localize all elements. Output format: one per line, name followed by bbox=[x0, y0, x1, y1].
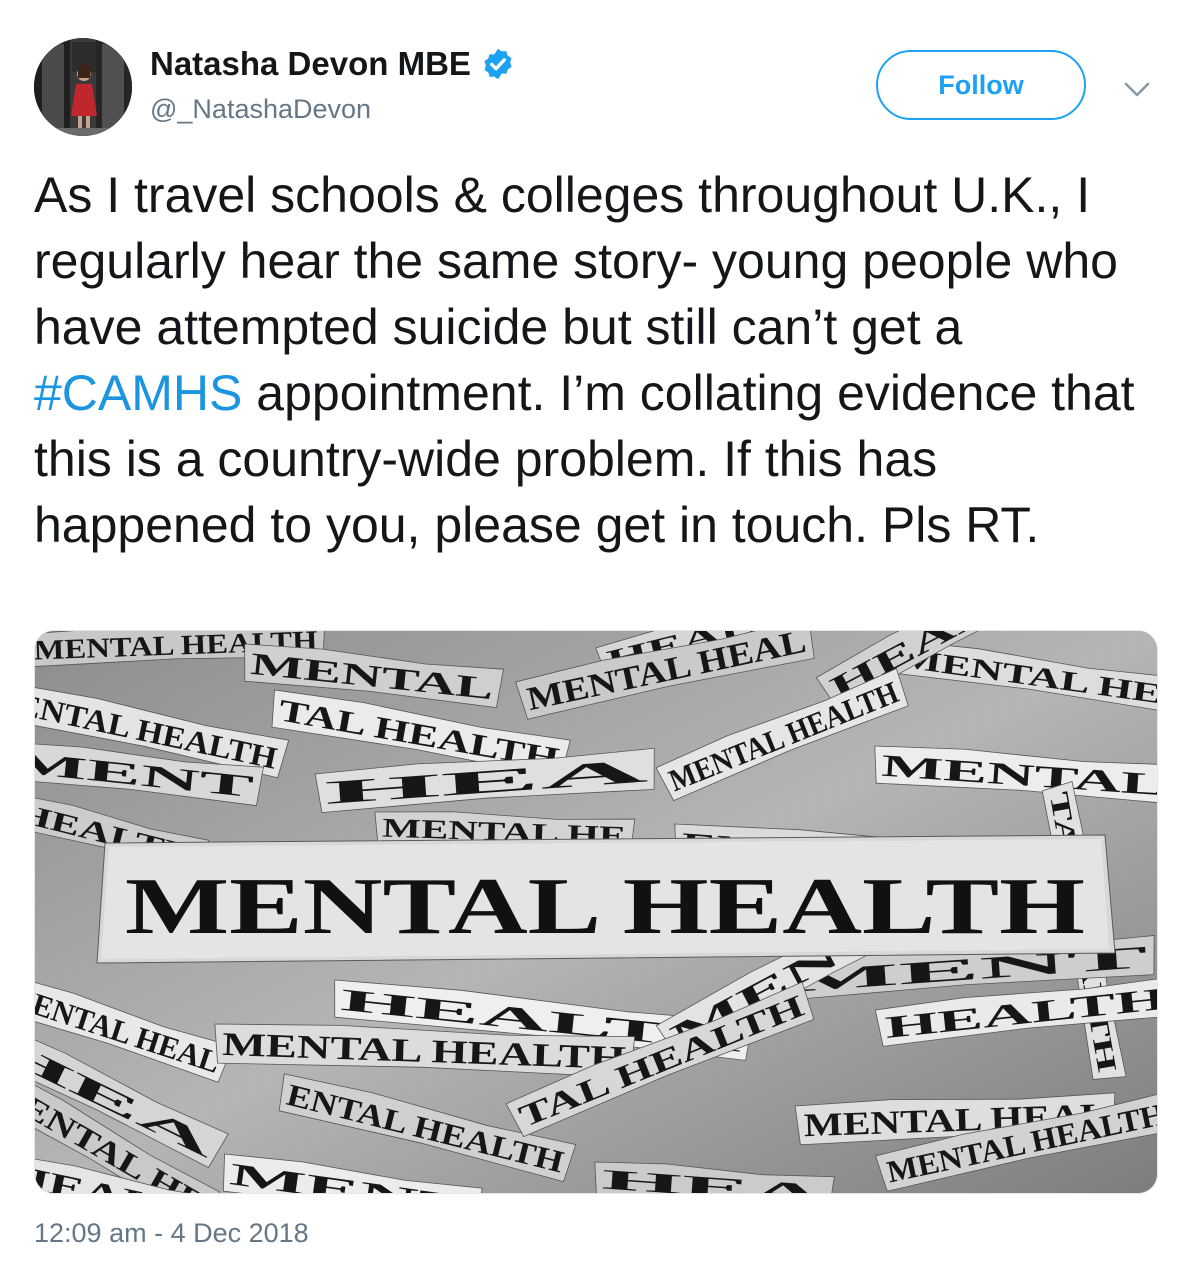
tweet-text: As I travel schools & colleges throughou… bbox=[34, 162, 1154, 558]
chevron-down-icon[interactable] bbox=[1118, 70, 1156, 108]
follow-button[interactable]: Follow bbox=[876, 50, 1086, 120]
display-name-row: Natasha Devon MBE bbox=[150, 44, 515, 84]
avatar[interactable] bbox=[34, 38, 132, 136]
hashtag-link[interactable]: #CAMHS bbox=[34, 365, 242, 421]
mental-health-collage: MENTAL HEALTHMENTALHEALTHMENTAL HEENTAL … bbox=[35, 631, 1157, 1193]
user-handle[interactable]: @_NatashaDevon bbox=[150, 94, 515, 125]
headline-text: MENTAL HEALTH bbox=[125, 863, 1085, 951]
display-name[interactable]: Natasha Devon MBE bbox=[150, 45, 471, 83]
author-info: Natasha Devon MBE @_NatashaDevon bbox=[150, 44, 515, 125]
headline-strip: MENTAL HEALTH bbox=[96, 834, 1116, 964]
tweet-text-part: As I travel schools & colleges throughou… bbox=[34, 167, 1118, 355]
tweet-card: Natasha Devon MBE @_NatashaDevon Follow … bbox=[0, 0, 1194, 1268]
verified-badge-icon bbox=[484, 48, 512, 80]
tweet-image[interactable]: MENTAL HEALTHMENTALHEALTHMENTAL HEENTAL … bbox=[34, 630, 1158, 1194]
profile-photo-icon bbox=[34, 38, 132, 136]
tweet-timestamp[interactable]: 12:09 am - 4 Dec 2018 bbox=[34, 1218, 309, 1249]
